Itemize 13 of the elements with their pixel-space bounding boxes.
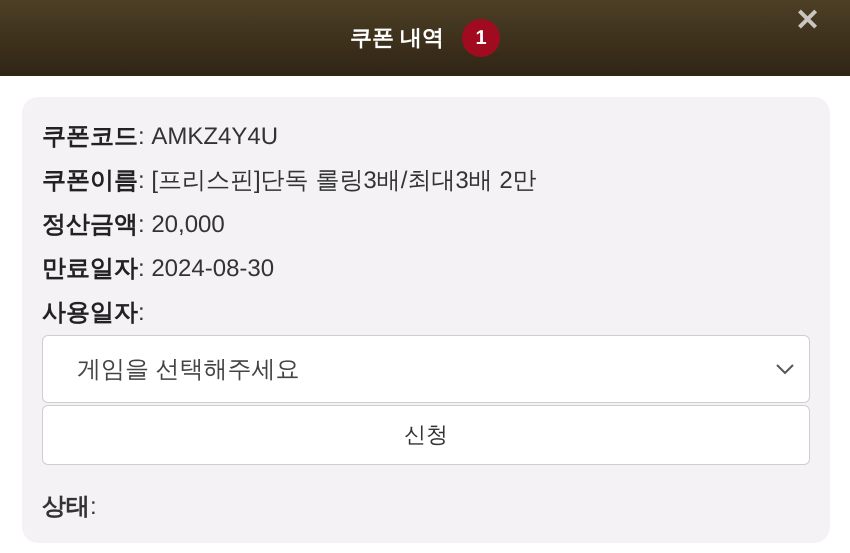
coupon-field: 사용일자: (42, 291, 810, 335)
select-placeholder: 게임을 선택해주세요 (77, 355, 300, 385)
chevron-down-icon (775, 363, 795, 375)
apply-button[interactable]: 신청 (42, 405, 810, 465)
count-badge: 1 (462, 19, 500, 57)
coupon-field: 쿠폰이름: [프리스핀]단독 롤링3배/최대3배 2만 (42, 159, 810, 203)
dialog-title: 쿠폰 내역 (350, 24, 444, 52)
game-select[interactable]: 게임을 선택해주세요 (42, 335, 810, 403)
coupon-field: 쿠폰코드: AMKZ4Y4U (42, 115, 810, 159)
coupon-field: 만료일자: 2024-08-30 (42, 247, 810, 291)
close-button[interactable]: ✕ (795, 6, 820, 36)
coupon-field: 정산금액: 20,000 (42, 203, 810, 247)
status-field: 상태: (42, 485, 810, 529)
